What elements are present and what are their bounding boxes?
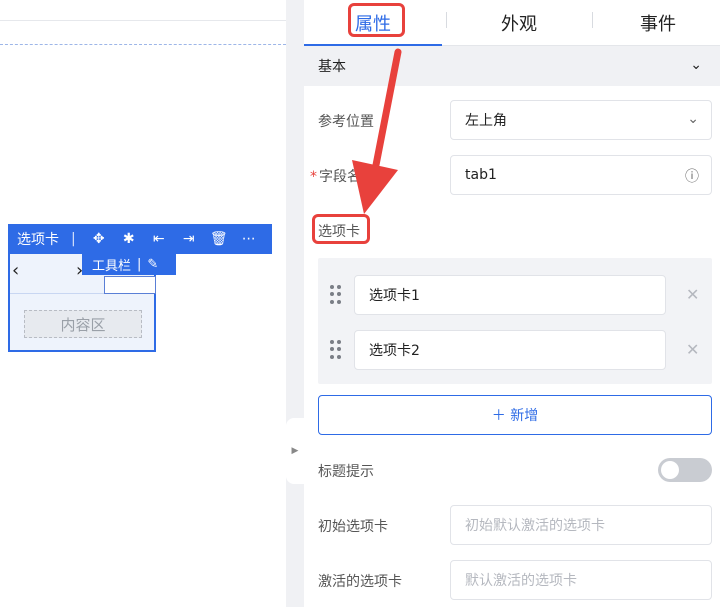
arrow-shaft [372,48,402,169]
arrow-head [352,160,398,214]
annotation-arrow [352,48,402,214]
